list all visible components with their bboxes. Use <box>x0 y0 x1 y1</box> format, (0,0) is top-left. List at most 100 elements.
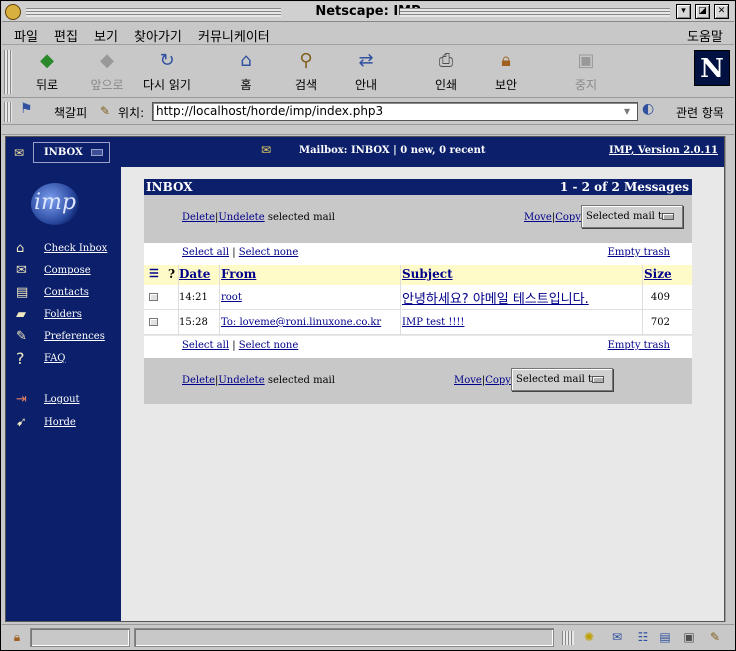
table-row[interactable]: 14:21 root 안녕하세요? 야메일 테스트입니다. 409 <box>144 285 692 310</box>
menu-view[interactable]: 보기 <box>94 26 118 45</box>
message-date: 15:28 <box>179 317 208 328</box>
compose-icon: ✉ <box>16 263 27 278</box>
delete-link[interactable]: Delete <box>182 375 215 386</box>
minimize-button[interactable]: ▾ <box>676 4 691 19</box>
empty-trash-link[interactable]: Empty trash <box>608 247 670 258</box>
move-link[interactable]: Move <box>454 375 482 386</box>
select-all-link[interactable]: Select all <box>182 247 229 258</box>
bookmarks-icon[interactable]: ⚑ <box>20 101 33 117</box>
search-icon: ⚲ <box>299 50 313 71</box>
logout-icon: ⇥ <box>16 392 27 407</box>
sidebar-item-horde[interactable]: ➹ Horde <box>16 415 116 433</box>
message-checkbox[interactable] <box>149 318 158 326</box>
print-label: 인쇄 <box>434 78 458 92</box>
table-row[interactable]: 15:28 To: loveme@roni.linuxone.co.kr IMP… <box>144 310 692 335</box>
column-size[interactable]: Size <box>644 267 672 281</box>
security-button[interactable]: 🔒︎ 보안 <box>475 50 537 94</box>
sort-icon[interactable]: ☰ <box>149 267 159 280</box>
sidebar-item-logout[interactable]: ⇥ Logout <box>16 392 116 410</box>
menu-go[interactable]: 찾아가기 <box>134 26 182 45</box>
select-none-link[interactable]: Select none <box>239 247 299 258</box>
component-bar-grip[interactable] <box>562 631 574 645</box>
security-lock-icon: 🔒︎ <box>501 50 511 71</box>
mailbox-folder-icon: ✉ <box>14 146 25 160</box>
forward-button[interactable]: ◆ 앞으로 <box>76 50 138 94</box>
mailbox-select[interactable]: INBOX <box>33 142 110 163</box>
message-from[interactable]: To: loveme@roni.linuxone.co.kr <box>221 317 381 328</box>
guide-button[interactable]: ⇄ 안내 <box>335 50 397 94</box>
url-dropdown-icon[interactable]: ▾ <box>624 104 630 118</box>
stop-button[interactable]: ▣ 중지 <box>555 50 617 94</box>
search-button[interactable]: ⚲ 검색 <box>275 50 337 94</box>
security-status-icon[interactable]: 🔒︎ <box>8 629 26 645</box>
menu-communicator[interactable]: 커뮤니케이터 <box>198 26 270 45</box>
mail-icon[interactable]: ✉ <box>608 629 626 645</box>
composer-icon[interactable]: ▣ <box>680 629 698 645</box>
move-target-select[interactable]: Selected mail to: <box>511 368 613 391</box>
sidebar-item-check-inbox[interactable]: ⌂ Check Inbox <box>16 241 116 259</box>
select-none-link[interactable]: Select none <box>239 340 299 351</box>
address-book-icon[interactable]: ▤ <box>656 629 674 645</box>
related-button[interactable]: 관련 항목 <box>676 104 724 121</box>
column-from[interactable]: From <box>221 267 256 281</box>
folder-icon: ▰ <box>16 307 26 322</box>
bookmarks-button[interactable]: 책갈피 <box>54 104 87 121</box>
sidebar-item-label: Check Inbox <box>44 243 108 254</box>
sidebar-item-label: Contacts <box>44 287 89 298</box>
sidebar-item-compose[interactable]: ✉ Compose <box>16 263 116 281</box>
maximize-button[interactable]: ◪ <box>695 4 710 19</box>
sidebar-item-contacts[interactable]: ▤ Contacts <box>16 285 116 303</box>
toolbar-grip[interactable] <box>4 50 12 94</box>
bottom-selection-row: Select all | Select none Empty trash <box>144 336 692 358</box>
undelete-link[interactable]: Undelete <box>218 375 264 386</box>
navigator-icon[interactable]: ✺ <box>580 629 598 645</box>
url-input[interactable] <box>156 104 634 118</box>
reload-button[interactable]: ↻ 다시 읽기 <box>136 50 198 94</box>
sidebar-item-faq[interactable]: ? FAQ <box>16 351 116 369</box>
sidebar-item-label: FAQ <box>44 353 66 364</box>
title-bar[interactable]: Netscape: IMP ▾ ◪ ✕ <box>2 2 734 22</box>
message-subject[interactable]: 안녕하세요? 야메일 테스트입니다. <box>402 288 589 307</box>
column-flag: ? <box>168 267 176 281</box>
print-button[interactable]: ⎙ 인쇄 <box>415 50 477 94</box>
column-date[interactable]: Date <box>179 267 210 281</box>
message-count: 1 - 2 of 2 Messages <box>559 180 689 194</box>
url-field[interactable] <box>152 102 638 121</box>
select-all-link[interactable]: Select all <box>182 340 229 351</box>
imp-version-link[interactable]: IMP, Version 2.0.11 <box>609 145 718 156</box>
related-icon[interactable]: ◐ <box>642 101 654 117</box>
message-checkbox[interactable] <box>149 293 158 301</box>
top-selection-row: Select all | Select none Empty trash <box>144 243 692 265</box>
newsgroups-icon[interactable]: ☷ <box>634 629 652 645</box>
sidebar-item-folders[interactable]: ▰ Folders <box>16 307 116 325</box>
netscape-logo[interactable]: N <box>694 50 730 86</box>
move-link[interactable]: Move <box>524 212 552 223</box>
home-button[interactable]: ⌂ 홈 <box>215 50 277 94</box>
message-subject[interactable]: IMP test !!!! <box>402 317 464 328</box>
menu-edit[interactable]: 편집 <box>54 26 78 45</box>
message-from[interactable]: root <box>221 292 242 303</box>
forward-arrow-icon: ◆ <box>100 50 114 71</box>
menu-help[interactable]: 도움말 <box>687 26 723 45</box>
back-button[interactable]: ◆ 뒤로 <box>16 50 78 94</box>
vertical-scrollbar[interactable] <box>725 136 735 622</box>
sidebar-item-preferences[interactable]: ✎ Preferences <box>16 329 116 347</box>
locbar-grip[interactable] <box>4 102 12 122</box>
top-action-bar: Delete|Undelete selected mail Move|Copy … <box>144 195 692 243</box>
copy-link[interactable]: Copy <box>555 212 581 223</box>
close-button[interactable]: ✕ <box>714 4 729 19</box>
copy-link[interactable]: Copy <box>485 375 511 386</box>
location-label: 위치: <box>118 106 145 120</box>
delete-link[interactable]: Delete <box>182 212 215 223</box>
guide-icon: ⇄ <box>358 50 374 71</box>
edit-icon[interactable]: ✎ <box>706 629 724 645</box>
undelete-link[interactable]: Undelete <box>218 212 264 223</box>
move-target-select[interactable]: Selected mail to: <box>581 205 683 228</box>
empty-trash-link[interactable]: Empty trash <box>608 340 670 351</box>
bottom-delete-actions: Delete|Undelete selected mail <box>182 375 335 386</box>
sidebar-item-label: Horde <box>44 417 76 428</box>
move-target-value: Selected mail to: <box>516 374 602 385</box>
personal-toolbar-collapsed[interactable] <box>2 126 734 135</box>
column-subject[interactable]: Subject <box>402 267 453 281</box>
menu-file[interactable]: 파일 <box>14 26 38 45</box>
